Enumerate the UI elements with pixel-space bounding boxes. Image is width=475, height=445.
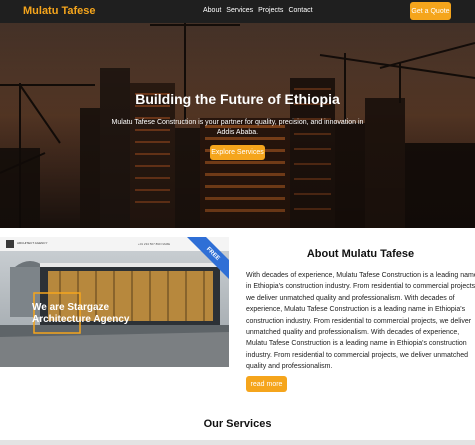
- about-text-line: we deliver unmatched quality and profess…: [246, 294, 455, 302]
- hero-subtitle: Mulatu Tafese Construction is your partn…: [111, 119, 364, 136]
- image-headline-line1: We are Stargaze: [32, 302, 110, 313]
- about-text-line: unmatched quality and professionalism. W…: [246, 329, 460, 337]
- get-quote-button[interactable]: Get a Quote: [410, 2, 451, 20]
- image-headline-line2: Architecture Agency: [32, 314, 130, 325]
- about-title: About Mulatu Tafese: [306, 248, 415, 260]
- about-text-line: quality and professionalism.: [246, 363, 333, 371]
- services-section-edge: [0, 440, 475, 445]
- explore-services-button[interactable]: Explore Services: [210, 145, 265, 160]
- about-text-line: With decades of experience, Mulatu Tafes…: [246, 272, 475, 279]
- brand-logo[interactable]: Mulatu Tafese: [23, 5, 96, 17]
- nav-links: About Services Projects Contact: [203, 7, 313, 14]
- image-top-text: +01 234 567 890 NAME: [138, 242, 170, 246]
- navbar: Mulatu Tafese About Services Projects Co…: [0, 0, 475, 23]
- image-logo-text: ARCHITECT AGENCY: [17, 241, 47, 245]
- about-text-line: experience, Mulatu Tafese Construction i…: [246, 306, 466, 314]
- about-text: With decades of experience, Mulatu Tafes…: [246, 270, 475, 373]
- nav-link-contact[interactable]: Contact: [288, 7, 312, 14]
- services-title: Our Services: [203, 418, 272, 430]
- about-image: ARCHITECT AGENCY +01 234 567 890 NAME We…: [0, 237, 229, 367]
- about-text-line: in Ethiopia's construction industry. Fro…: [246, 283, 475, 291]
- nav-link-projects[interactable]: Projects: [258, 7, 283, 14]
- read-more-button[interactable]: read more: [246, 376, 287, 392]
- architecture-agency-image: ARCHITECT AGENCY +01 234 567 890 NAME We…: [0, 237, 229, 367]
- about-text-line: Mulatu Tafese Construction is a leading …: [246, 340, 467, 348]
- nav-link-about[interactable]: About: [203, 7, 221, 14]
- hero-section: Building the Future of Ethiopia Mulatu T…: [0, 23, 475, 228]
- about-text-line: construction industry. From residential …: [246, 317, 472, 325]
- hero-title: Building the Future of Ethiopia: [135, 91, 340, 107]
- about-text-line: industry. From residential to commercial…: [246, 351, 469, 359]
- nav-link-services[interactable]: Services: [226, 7, 253, 14]
